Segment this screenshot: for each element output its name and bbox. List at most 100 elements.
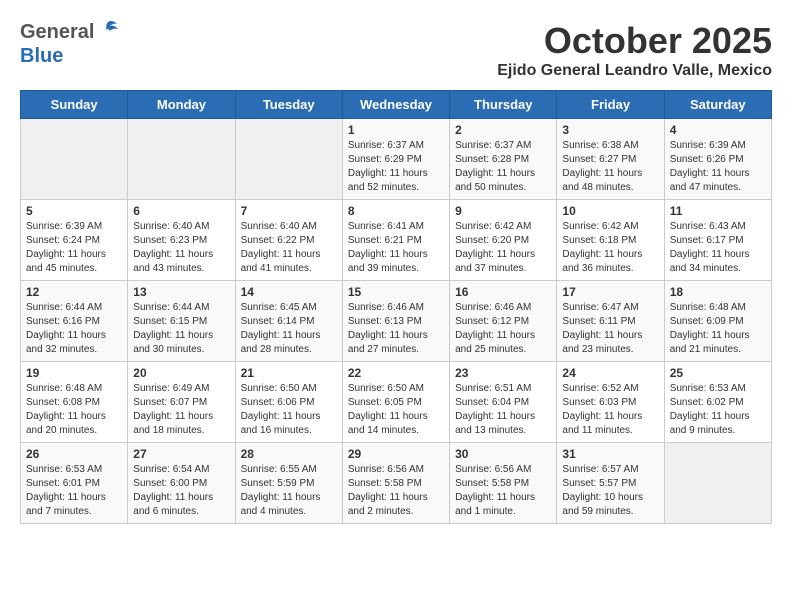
calendar-week-row: 5 Sunrise: 6:39 AM Sunset: 6:24 PM Daylig…: [21, 200, 772, 281]
calendar-week-row: 19Sunrise: 6:48 AM Sunset: 6:08 PM Dayli…: [21, 362, 772, 443]
calendar-cell: [235, 119, 342, 200]
logo-bird-icon: [97, 20, 119, 45]
calendar-cell: 10Sunrise: 6:42 AM Sunset: 6:18 PM Dayli…: [557, 200, 664, 281]
calendar-cell: 3Sunrise: 6:38 AM Sunset: 6:27 PM Daylig…: [557, 119, 664, 200]
weekday-header-thursday: Thursday: [450, 91, 557, 119]
calendar-cell: 22 Sunrise: 6:50 AM Sunset: 6:05 PM Dayli…: [342, 362, 449, 443]
logo-blue: Blue: [20, 45, 63, 68]
calendar-cell: 8 Sunrise: 6:41 AM Sunset: 6:21 PM Daylig…: [342, 200, 449, 281]
calendar-cell: 2 Sunrise: 6:37 AM Sunset: 6:28 PM Daylig…: [450, 119, 557, 200]
calendar-cell: 11 Sunrise: 6:43 AM Sunset: 6:17 PM Dayli…: [664, 200, 771, 281]
calendar-cell: [21, 119, 128, 200]
cell-content: Sunrise: 6:56 AM Sunset: 5:58 PM Dayligh…: [348, 463, 444, 519]
calendar-cell: 29 Sunrise: 6:56 AM Sunset: 5:58 PM Dayli…: [342, 443, 449, 524]
day-number: 2: [455, 123, 551, 137]
cell-content: Sunrise: 6:52 AM Sunset: 6:03 PM Dayligh…: [562, 382, 658, 438]
day-number: 21: [241, 366, 337, 380]
day-number: 13: [133, 285, 229, 299]
calendar-cell: 31Sunrise: 6:57 AM Sunset: 5:57 PM Dayli…: [557, 443, 664, 524]
cell-content: Sunrise: 6:56 AM Sunset: 5:58 PM Dayligh…: [455, 463, 551, 519]
day-number: 7: [241, 204, 337, 218]
cell-content: Sunrise: 6:43 AM Sunset: 6:17 PM Dayligh…: [670, 220, 766, 276]
cell-content: Sunrise: 6:42 AM Sunset: 6:20 PM Dayligh…: [455, 220, 551, 276]
calendar-cell: 18 Sunrise: 6:48 AM Sunset: 6:09 PM Dayli…: [664, 281, 771, 362]
day-number: 22: [348, 366, 444, 380]
month-title: October 2025: [497, 20, 772, 62]
day-number: 4: [670, 123, 766, 137]
location-title: Ejido General Leandro Valle, Mexico: [497, 62, 772, 80]
cell-content: Sunrise: 6:51 AM Sunset: 6:04 PM Dayligh…: [455, 382, 551, 438]
cell-content: Sunrise: 6:46 AM Sunset: 6:13 PM Dayligh…: [348, 301, 444, 357]
day-number: 9: [455, 204, 551, 218]
day-number: 8: [348, 204, 444, 218]
calendar-cell: 12 Sunrise: 6:44 AM Sunset: 6:16 PM Dayli…: [21, 281, 128, 362]
cell-content: Sunrise: 6:45 AM Sunset: 6:14 PM Dayligh…: [241, 301, 337, 357]
day-number: 26: [26, 447, 122, 461]
day-number: 24: [562, 366, 658, 380]
cell-content: Sunrise: 6:37 AM Sunset: 6:29 PM Dayligh…: [348, 139, 444, 195]
calendar-cell: 1 Sunrise: 6:37 AM Sunset: 6:29 PM Daylig…: [342, 119, 449, 200]
day-number: 10: [562, 204, 658, 218]
calendar-table: SundayMondayTuesdayWednesdayThursdayFrid…: [20, 90, 772, 524]
cell-content: Sunrise: 6:44 AM Sunset: 6:16 PM Dayligh…: [26, 301, 122, 357]
day-number: 28: [241, 447, 337, 461]
cell-content: Sunrise: 6:44 AM Sunset: 6:15 PM Dayligh…: [133, 301, 229, 357]
calendar-cell: 17Sunrise: 6:47 AM Sunset: 6:11 PM Dayli…: [557, 281, 664, 362]
cell-content: Sunrise: 6:37 AM Sunset: 6:28 PM Dayligh…: [455, 139, 551, 195]
cell-content: Sunrise: 6:46 AM Sunset: 6:12 PM Dayligh…: [455, 301, 551, 357]
calendar-cell: [128, 119, 235, 200]
logo-general: General: [20, 21, 94, 44]
weekday-header-saturday: Saturday: [664, 91, 771, 119]
cell-content: Sunrise: 6:38 AM Sunset: 6:27 PM Dayligh…: [562, 139, 658, 195]
day-number: 11: [670, 204, 766, 218]
cell-content: Sunrise: 6:54 AM Sunset: 6:00 PM Dayligh…: [133, 463, 229, 519]
calendar-cell: 5 Sunrise: 6:39 AM Sunset: 6:24 PM Daylig…: [21, 200, 128, 281]
day-number: 16: [455, 285, 551, 299]
page-header: General Blue October 2025 Ejido General …: [20, 20, 772, 80]
day-number: 31: [562, 447, 658, 461]
title-section: October 2025 Ejido General Leandro Valle…: [497, 20, 772, 80]
day-number: 18: [670, 285, 766, 299]
day-number: 29: [348, 447, 444, 461]
weekday-header-monday: Monday: [128, 91, 235, 119]
day-number: 6: [133, 204, 229, 218]
cell-content: Sunrise: 6:48 AM Sunset: 6:08 PM Dayligh…: [26, 382, 122, 438]
cell-content: Sunrise: 6:39 AM Sunset: 6:26 PM Dayligh…: [670, 139, 766, 195]
calendar-cell: 19Sunrise: 6:48 AM Sunset: 6:08 PM Dayli…: [21, 362, 128, 443]
day-number: 5: [26, 204, 122, 218]
calendar-cell: 24 Sunrise: 6:52 AM Sunset: 6:03 PM Dayli…: [557, 362, 664, 443]
cell-content: Sunrise: 6:55 AM Sunset: 5:59 PM Dayligh…: [241, 463, 337, 519]
day-number: 15: [348, 285, 444, 299]
calendar-cell: [664, 443, 771, 524]
cell-content: Sunrise: 6:47 AM Sunset: 6:11 PM Dayligh…: [562, 301, 658, 357]
calendar-cell: 23Sunrise: 6:51 AM Sunset: 6:04 PM Dayli…: [450, 362, 557, 443]
calendar-cell: 26Sunrise: 6:53 AM Sunset: 6:01 PM Dayli…: [21, 443, 128, 524]
cell-content: Sunrise: 6:40 AM Sunset: 6:23 PM Dayligh…: [133, 220, 229, 276]
cell-content: Sunrise: 6:53 AM Sunset: 6:02 PM Dayligh…: [670, 382, 766, 438]
cell-content: Sunrise: 6:41 AM Sunset: 6:21 PM Dayligh…: [348, 220, 444, 276]
cell-content: Sunrise: 6:39 AM Sunset: 6:24 PM Dayligh…: [26, 220, 122, 276]
day-number: 1: [348, 123, 444, 137]
calendar-cell: 6 Sunrise: 6:40 AM Sunset: 6:23 PM Daylig…: [128, 200, 235, 281]
calendar-cell: 28 Sunrise: 6:55 AM Sunset: 5:59 PM Dayli…: [235, 443, 342, 524]
calendar-cell: 7 Sunrise: 6:40 AM Sunset: 6:22 PM Daylig…: [235, 200, 342, 281]
calendar-cell: 21Sunrise: 6:50 AM Sunset: 6:06 PM Dayli…: [235, 362, 342, 443]
calendar-week-row: 26Sunrise: 6:53 AM Sunset: 6:01 PM Dayli…: [21, 443, 772, 524]
cell-content: Sunrise: 6:50 AM Sunset: 6:05 PM Dayligh…: [348, 382, 444, 438]
logo: General Blue: [20, 20, 119, 68]
calendar-cell: 25Sunrise: 6:53 AM Sunset: 6:02 PM Dayli…: [664, 362, 771, 443]
weekday-header-sunday: Sunday: [21, 91, 128, 119]
day-number: 30: [455, 447, 551, 461]
calendar-cell: 15 Sunrise: 6:46 AM Sunset: 6:13 PM Dayli…: [342, 281, 449, 362]
cell-content: Sunrise: 6:48 AM Sunset: 6:09 PM Dayligh…: [670, 301, 766, 357]
day-number: 12: [26, 285, 122, 299]
calendar-week-row: 12 Sunrise: 6:44 AM Sunset: 6:16 PM Dayli…: [21, 281, 772, 362]
weekday-header-wednesday: Wednesday: [342, 91, 449, 119]
weekday-header-row: SundayMondayTuesdayWednesdayThursdayFrid…: [21, 91, 772, 119]
calendar-cell: 27Sunrise: 6:54 AM Sunset: 6:00 PM Dayli…: [128, 443, 235, 524]
calendar-cell: 20Sunrise: 6:49 AM Sunset: 6:07 PM Dayli…: [128, 362, 235, 443]
cell-content: Sunrise: 6:40 AM Sunset: 6:22 PM Dayligh…: [241, 220, 337, 276]
cell-content: Sunrise: 6:49 AM Sunset: 6:07 PM Dayligh…: [133, 382, 229, 438]
calendar-week-row: 1 Sunrise: 6:37 AM Sunset: 6:29 PM Daylig…: [21, 119, 772, 200]
weekday-header-friday: Friday: [557, 91, 664, 119]
